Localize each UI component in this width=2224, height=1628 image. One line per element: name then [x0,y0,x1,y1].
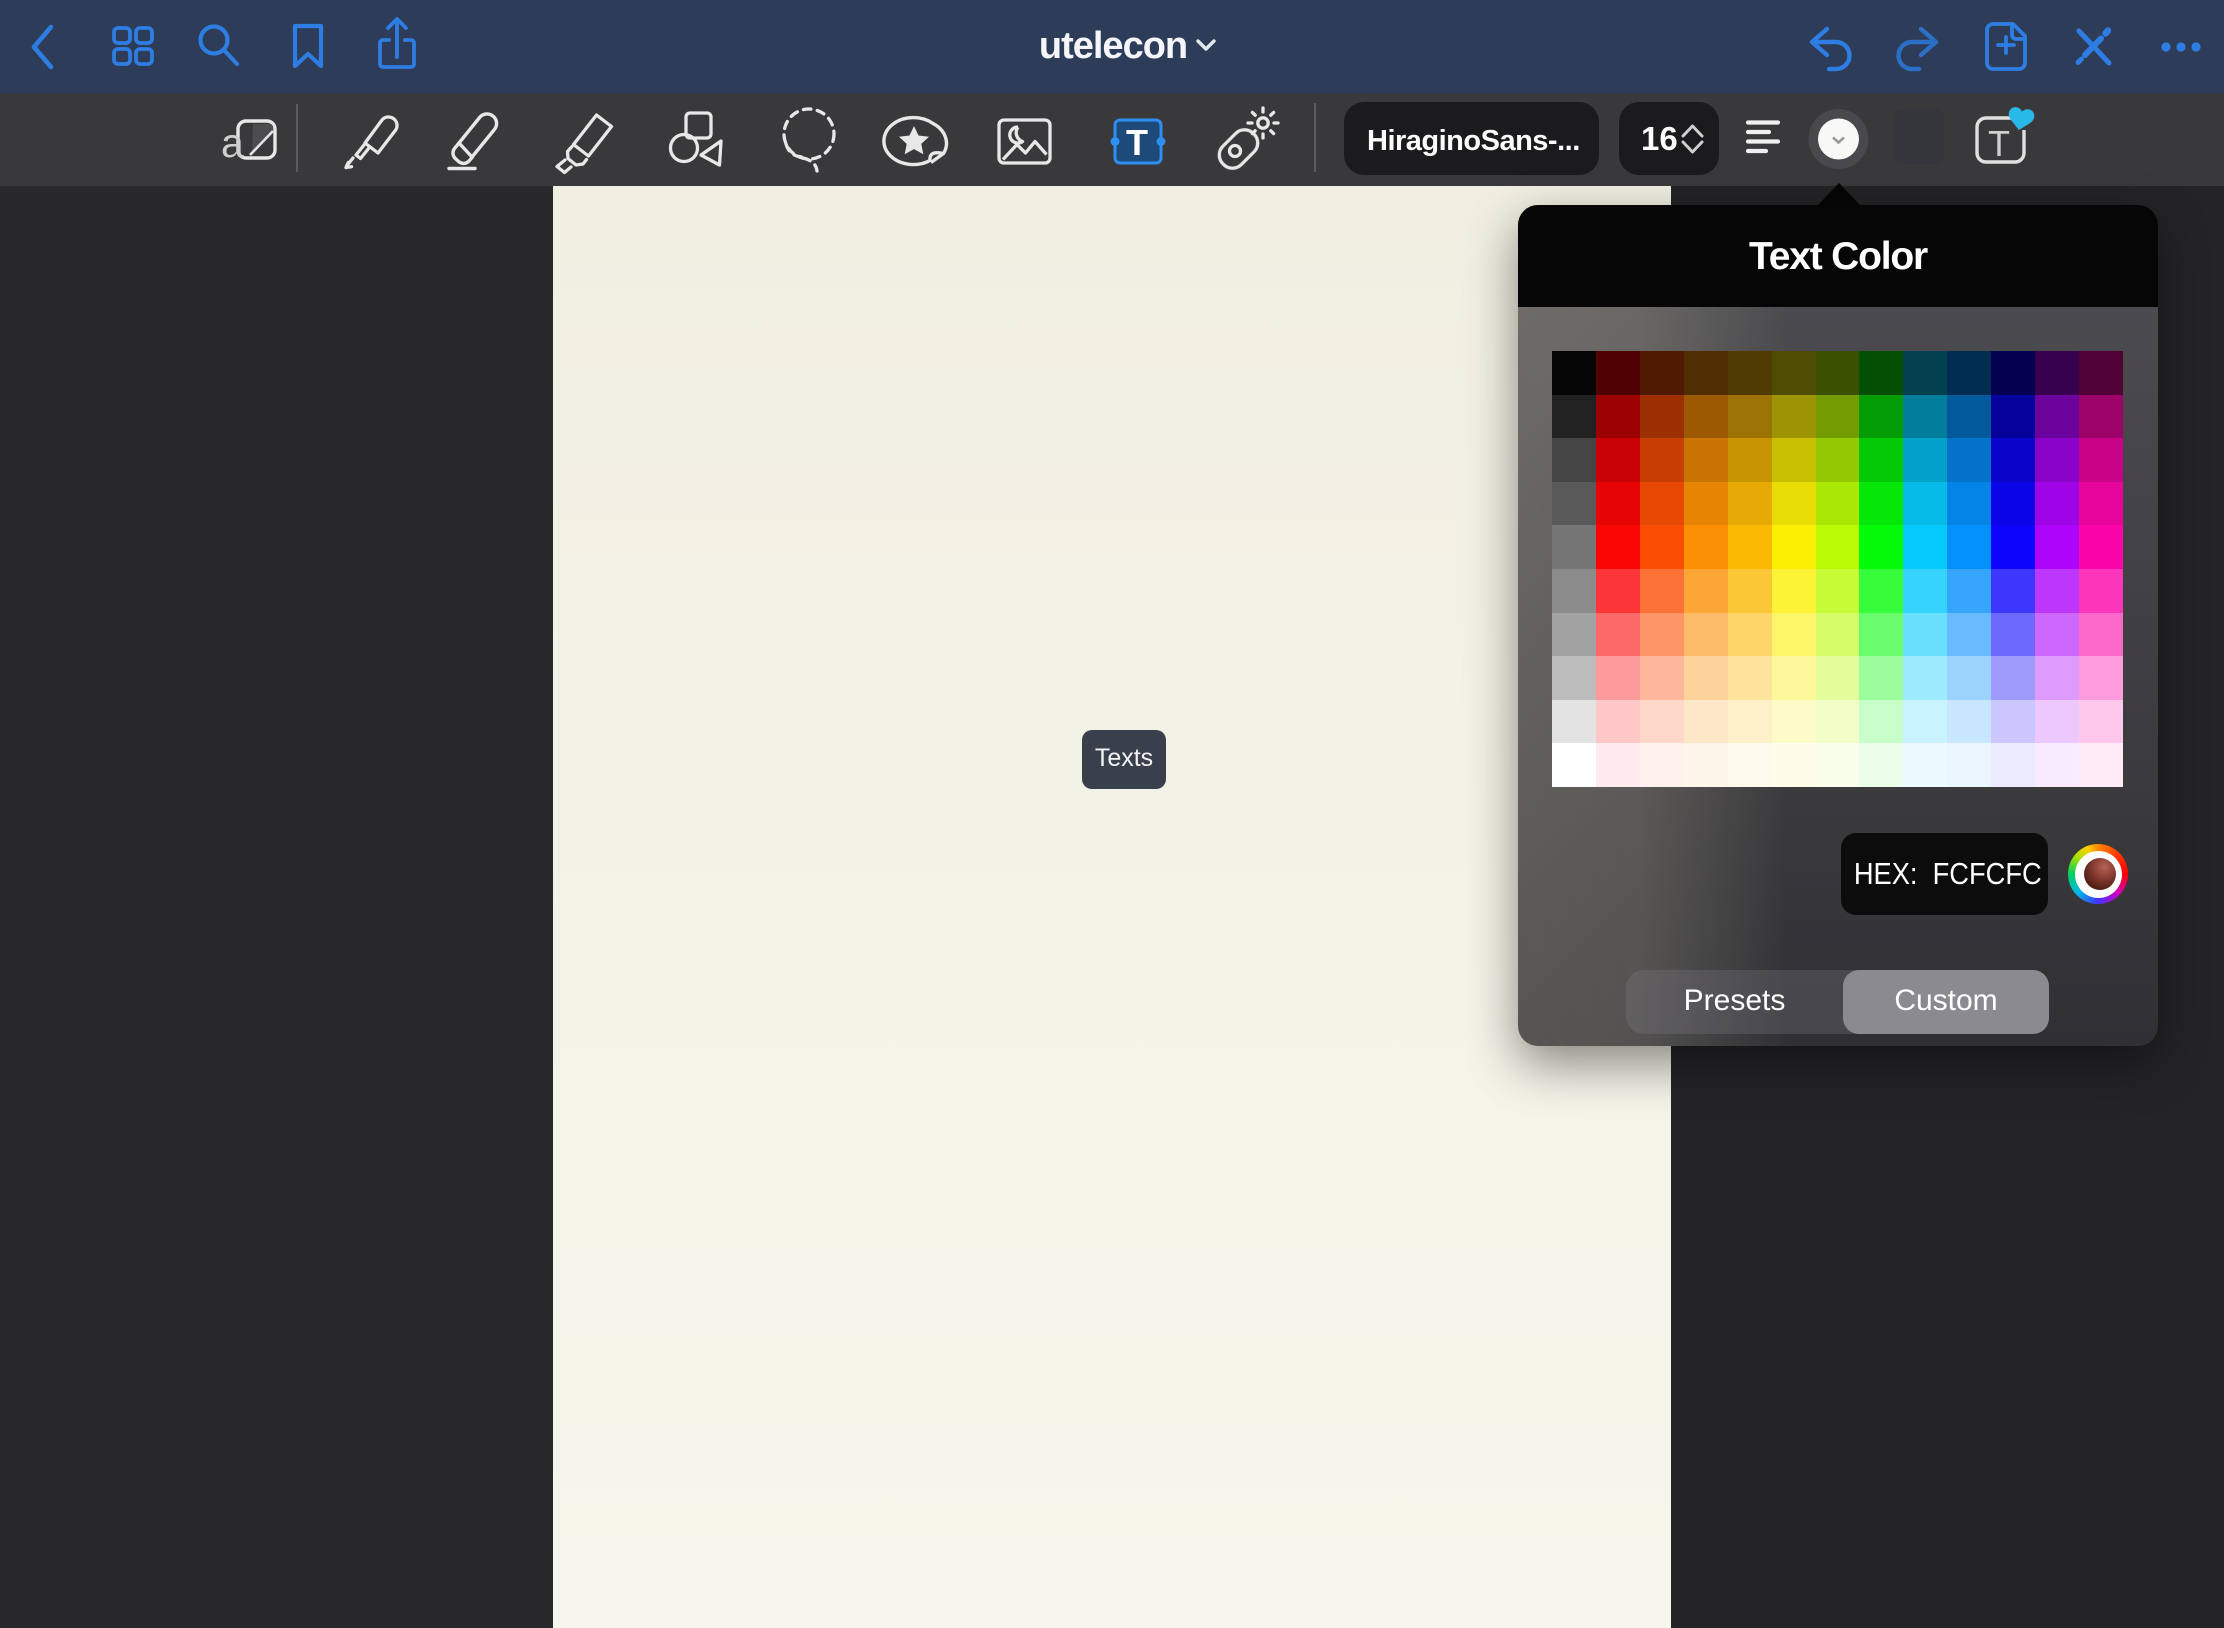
svg-text:16: 16 [1641,120,1678,157]
svg-text:T: T [1126,122,1148,163]
svg-text:a: a [221,120,244,166]
svg-text:T: T [1988,123,2010,164]
svg-text:HiraginoSans-...: HiraginoSans-... [1367,125,1580,157]
